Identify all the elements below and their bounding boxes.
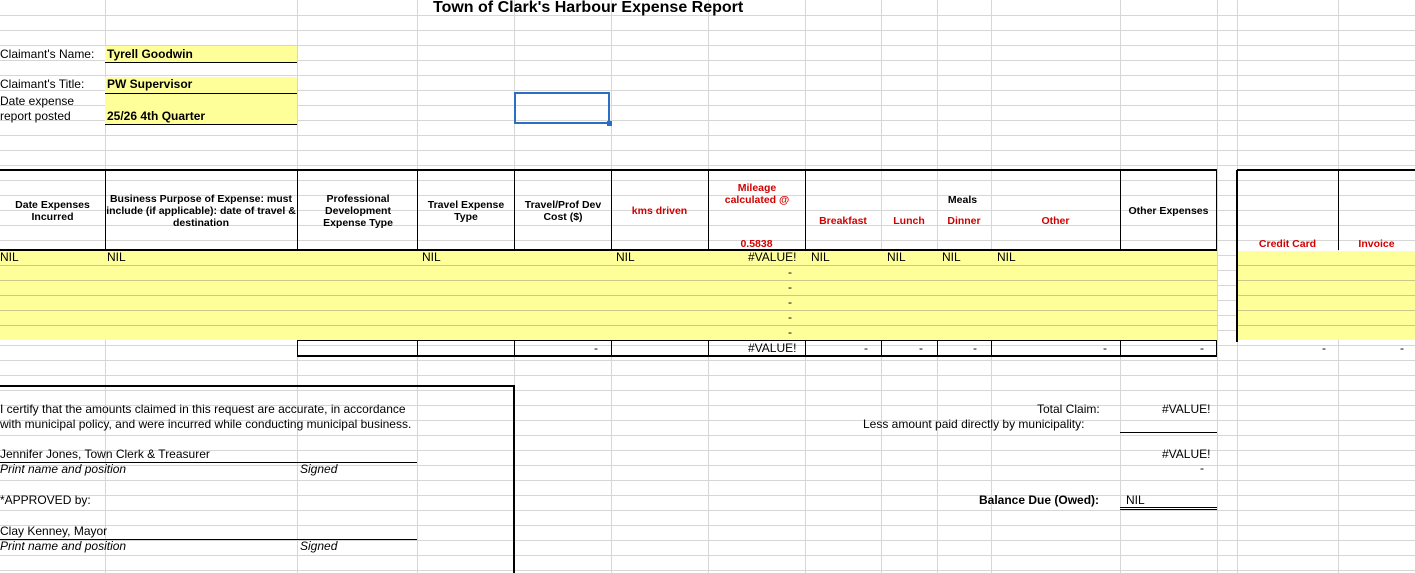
row1-purpose[interactable]: NIL (107, 251, 126, 264)
cert-box-right (513, 385, 515, 573)
total-breakfast: - (864, 341, 868, 355)
row1-lunch[interactable]: NIL (887, 251, 906, 264)
header-lunch: Lunch (893, 215, 925, 227)
cert-box-top (0, 385, 515, 387)
header-travel-cost: Travel/Prof Dev Cost ($) (524, 199, 602, 223)
signer2-print-label: Print name and position (0, 539, 127, 553)
row6-mileage[interactable]: - (788, 326, 792, 339)
date-posted-value[interactable]: 25/26 4th Quarter (107, 110, 205, 123)
row1-date[interactable]: NIL (0, 251, 19, 264)
fill-handle[interactable] (607, 121, 612, 126)
row1-dinner[interactable]: NIL (942, 251, 961, 264)
less-paid-label: Less amount paid directly by municipalit… (863, 417, 1085, 431)
row1-travel-type[interactable]: NIL (422, 251, 441, 264)
balance-line-2 (1120, 509, 1217, 510)
header-divider (297, 170, 298, 250)
claimant-name-label: Claimant's Name: (0, 47, 95, 61)
underline (105, 93, 297, 94)
row5-mileage[interactable]: - (788, 311, 792, 324)
totals-divider (708, 340, 709, 356)
header-purpose: Business Purpose of Expense: must includ… (106, 193, 296, 229)
subtotal-value: #VALUE! (1162, 447, 1211, 461)
cert-line-2: with municipal policy, and were incurred… (0, 417, 412, 431)
totals-bottom-border (297, 355, 1217, 357)
total-claim-label: Total Claim: (1037, 402, 1100, 416)
row1-breakfast[interactable]: NIL (811, 251, 830, 264)
cert-line-1: I certify that the amounts claimed in th… (0, 402, 406, 416)
row2-mileage[interactable]: - (788, 266, 792, 279)
col-line (1217, 0, 1218, 573)
header-invoice: Invoice (1358, 238, 1395, 250)
signer1-print-label: Print name and position (0, 462, 127, 476)
signer1-name[interactable]: Jennifer Jones, Town Clerk & Treasurer (0, 448, 210, 461)
approved-label: *APPROVED by: (0, 493, 91, 507)
total-claim-value: #VALUE! (1162, 402, 1211, 416)
subtotal-dash: - (1200, 461, 1204, 475)
header-credit-card: Credit Card (1258, 238, 1317, 250)
header-divider (514, 170, 515, 250)
total-dinner: - (973, 341, 977, 355)
page-title: Town of Clark's Harbour Expense Report (433, 0, 744, 16)
header-other: Other (1041, 215, 1070, 227)
total-credit-card: - (1322, 341, 1326, 355)
signer1-signed-label: Signed (300, 462, 338, 476)
total-other: - (1103, 341, 1107, 355)
totals-divider (514, 340, 515, 356)
header-pd-type: Professional Development Expense Type (323, 193, 393, 229)
header-divider (417, 170, 418, 250)
totals-divider (1120, 340, 1121, 356)
selected-cell[interactable] (514, 92, 610, 124)
claimant-name-value[interactable]: Tyrell Goodwin (107, 48, 193, 61)
row4-mileage[interactable]: - (788, 296, 792, 309)
data-row-lines-right (1238, 251, 1415, 340)
header-meals: Meals (947, 194, 978, 206)
row1-kms[interactable]: NIL (616, 251, 635, 264)
date-posted-label-1: Date expense (0, 94, 75, 108)
date-posted-label-2: report posted (0, 109, 71, 123)
underline (105, 124, 297, 125)
balance-due-value: NIL (1126, 493, 1145, 507)
total-mileage: #VALUE! (748, 341, 797, 355)
balance-due-label: Balance Due (Owed): (979, 493, 1100, 507)
header-top-border-right (1237, 169, 1415, 171)
totals-divider (611, 340, 612, 356)
header-mileage-rate: 0.5838 (740, 238, 773, 250)
balance-line-1 (1120, 507, 1217, 508)
row1-other[interactable]: NIL (997, 251, 1016, 264)
totals-divider (297, 340, 298, 356)
total-invoice: - (1400, 341, 1404, 355)
totals-divider (937, 340, 938, 356)
signer2-signed-label: Signed (300, 539, 338, 553)
header-divider (805, 170, 806, 250)
total-travel-cost: - (594, 341, 598, 355)
total-other-expenses: - (1200, 341, 1204, 355)
header-breakfast: Breakfast (819, 215, 867, 227)
less-paid-line (1120, 432, 1217, 433)
signer2-name[interactable]: Clay Kenney, Mayor (0, 525, 107, 538)
row1-mileage[interactable]: #VALUE! (748, 251, 796, 264)
header-kms: kms driven (631, 205, 688, 217)
totals-divider (417, 340, 418, 356)
totals-divider (1216, 340, 1217, 356)
totals-divider (881, 340, 882, 356)
header-dinner: Dinner (947, 215, 981, 227)
header-other-expenses: Other Expenses (1128, 205, 1209, 217)
claimant-title-value[interactable]: PW Supervisor (107, 78, 192, 91)
header-top-border (0, 169, 1217, 171)
totals-divider (805, 340, 806, 356)
claimant-title-label: Claimant's Title: (0, 77, 85, 91)
row3-mileage[interactable]: - (788, 281, 792, 294)
underline (105, 62, 297, 63)
totals-divider (991, 340, 992, 356)
header-date: Date Expenses Incurred (15, 199, 90, 223)
total-lunch: - (919, 341, 923, 355)
header-travel-type: Travel Expense Type (427, 199, 505, 223)
header-mileage: Mileage calculated @ (724, 182, 790, 206)
data-row-lines (0, 251, 1217, 340)
